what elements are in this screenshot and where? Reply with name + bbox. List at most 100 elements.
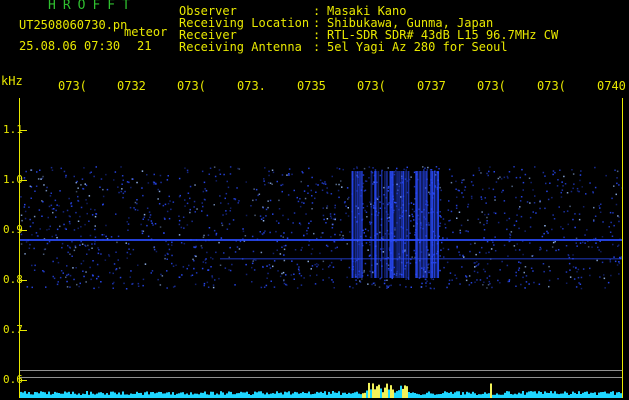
noise-speckle <box>467 230 469 233</box>
noise-bar <box>70 394 72 398</box>
noise-speckle <box>332 266 335 268</box>
noise-speckle <box>522 276 524 279</box>
noise-speckle <box>578 218 581 221</box>
noise-speckle <box>188 264 190 267</box>
noise-speckle <box>171 241 173 244</box>
noise-speckle <box>322 214 325 217</box>
noise-bar <box>120 394 122 398</box>
noise-bar <box>128 394 130 398</box>
noise-speckle <box>482 268 485 271</box>
noise-speckle <box>178 223 181 226</box>
noise-speckle <box>124 190 126 193</box>
noise-speckle <box>290 274 293 276</box>
noise-speckle <box>151 270 154 272</box>
noise-speckle <box>542 263 545 265</box>
noise-speckle <box>221 222 223 224</box>
noise-speckle <box>322 279 324 281</box>
noise-speckle <box>80 226 82 228</box>
noise-speckle <box>293 273 295 275</box>
noise-speckle <box>528 283 530 285</box>
noise-speckle <box>266 277 268 279</box>
noise-speckle <box>497 177 500 180</box>
noise-bar <box>510 394 512 398</box>
noise-speckle <box>251 266 253 269</box>
noise-speckle <box>396 167 398 170</box>
noise-speckle <box>461 266 463 268</box>
noise-speckle <box>75 181 77 184</box>
noise-speckle <box>465 230 468 232</box>
noise-speckle <box>161 275 164 277</box>
noise-bar <box>474 393 476 398</box>
noise-speckle <box>405 169 407 171</box>
noise-speckle <box>292 222 294 224</box>
noise-speckle <box>582 206 585 208</box>
noise-speckle <box>366 205 369 207</box>
noise-speckle <box>285 274 287 276</box>
noise-bar <box>286 392 288 398</box>
noise-speckle <box>104 259 107 261</box>
mode-label: meteor <box>124 25 168 39</box>
meteor-streak <box>400 171 403 278</box>
noise-speckle <box>126 181 129 183</box>
noise-speckle <box>219 173 222 175</box>
noise-bar <box>38 393 40 398</box>
noise-speckle <box>87 244 89 247</box>
noise-speckle <box>140 223 142 226</box>
noise-speckle <box>296 196 298 199</box>
noise-speckle <box>69 286 71 288</box>
noise-speckle <box>132 282 134 285</box>
noise-speckle <box>308 167 310 170</box>
noise-speckle <box>263 178 265 180</box>
noise-speckle <box>595 242 597 244</box>
noise-speckle <box>297 268 300 270</box>
noise-speckle <box>42 253 45 255</box>
noise-speckle <box>211 275 213 277</box>
noise-speckle <box>71 255 73 257</box>
noise-speckle <box>168 195 170 198</box>
meteor-streak <box>351 171 353 278</box>
noise-speckle <box>346 187 349 189</box>
noise-speckle <box>201 267 204 270</box>
noise-speckle <box>430 278 433 280</box>
noise-speckle <box>533 281 535 284</box>
noise-speckle <box>611 235 614 237</box>
meteor-streak <box>371 171 373 278</box>
noise-speckle <box>163 217 166 219</box>
noise-speckle <box>213 229 216 232</box>
noise-speckle <box>343 202 346 204</box>
noise-bar <box>528 391 530 398</box>
noise-speckle <box>66 209 69 212</box>
noise-bar <box>466 391 468 398</box>
noise-speckle <box>65 174 67 177</box>
noise-speckle <box>349 231 351 233</box>
noise-speckle <box>382 256 384 259</box>
noise-bar <box>530 391 532 398</box>
noise-speckle <box>366 216 368 218</box>
noise-speckle <box>24 203 26 206</box>
noise-speckle <box>182 266 185 268</box>
noise-speckle <box>387 167 389 169</box>
noise-speckle <box>616 264 619 266</box>
noise-speckle <box>251 262 254 265</box>
noise-speckle <box>48 205 51 208</box>
noise-speckle <box>551 228 553 231</box>
noise-speckle <box>514 249 517 251</box>
y-tick-mark <box>19 180 27 181</box>
noise-speckle <box>51 208 54 210</box>
noise-speckle <box>426 280 428 282</box>
noise-bar <box>430 393 432 398</box>
noise-bar <box>518 392 520 398</box>
noise-speckle <box>283 248 286 251</box>
noise-speckle <box>70 202 73 204</box>
noise-speckle <box>49 225 51 228</box>
noise-speckle <box>74 245 77 247</box>
noise-speckle <box>178 219 181 222</box>
noise-speckle <box>538 283 541 285</box>
noise-speckle <box>521 168 523 171</box>
noise-speckle <box>264 167 266 169</box>
noise-bar <box>502 394 504 398</box>
noise-speckle <box>486 287 488 289</box>
noise-speckle <box>40 178 42 180</box>
noise-speckle <box>153 248 156 251</box>
noise-speckle <box>515 271 517 274</box>
